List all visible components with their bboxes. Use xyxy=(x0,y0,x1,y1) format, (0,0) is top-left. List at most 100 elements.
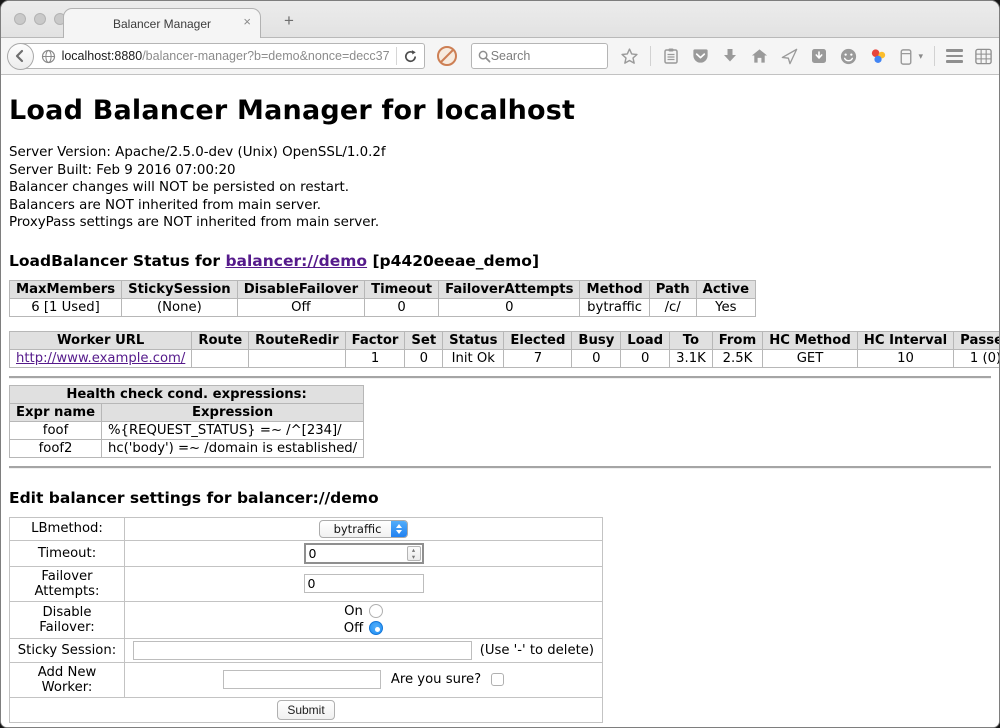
table-cell: 1 xyxy=(345,349,405,367)
table-header-cell: From xyxy=(712,331,762,349)
form-row-sticky: Sticky Session: (Use '-' to delete) xyxy=(10,638,603,662)
balancer-status-table: MaxMembers StickySession DisableFailover… xyxy=(9,280,756,317)
proxypass-note-line: ProxyPass settings are NOT inherited fro… xyxy=(9,214,991,232)
edit-settings-heading: Edit balancer settings for balancer://de… xyxy=(9,489,991,507)
failover-attempts-label: Failover Attempts: xyxy=(10,566,125,601)
server-version-line: Server Version: Apache/2.5.0-dev (Unix) … xyxy=(9,144,991,162)
table-header-cell: Method xyxy=(580,280,649,298)
search-bar[interactable] xyxy=(471,43,609,69)
table-header-cell: Factor xyxy=(345,331,405,349)
back-icon xyxy=(13,49,27,63)
submit-button[interactable]: Submit xyxy=(277,700,334,720)
table-header-cell: Expression xyxy=(102,403,364,421)
tab-strip: Balancer Manager × + xyxy=(1,1,999,38)
reload-button[interactable] xyxy=(403,49,418,64)
colors-extension-icon[interactable] xyxy=(869,47,888,66)
table-cell: 10 xyxy=(857,349,953,367)
table-row: 6 [1 Used] (None) Off 0 0 bytraffic /c/ … xyxy=(10,298,756,316)
table-cell: 2.5K xyxy=(712,349,762,367)
toolbar-separator xyxy=(934,46,935,66)
bookmark-star-icon[interactable] xyxy=(620,47,639,66)
page-content: Load Balancer Manager for localhost Serv… xyxy=(1,75,999,727)
toolbar-separator xyxy=(650,46,651,66)
new-tab-button[interactable]: + xyxy=(277,11,301,31)
tab-balancer-manager[interactable]: Balancer Manager × xyxy=(63,8,261,38)
close-window-icon[interactable] xyxy=(14,13,26,25)
table-cell: hc('body') =~ /domain is established/ xyxy=(102,439,364,457)
feedback-smiley-icon[interactable] xyxy=(839,47,858,66)
form-row-submit: Submit xyxy=(10,697,603,722)
search-input[interactable] xyxy=(491,49,591,63)
worker-url-link[interactable]: http://www.example.com/ xyxy=(16,351,185,366)
disable-failover-off-radio[interactable] xyxy=(369,621,383,635)
save-page-icon[interactable] xyxy=(810,47,828,65)
are-you-sure-label: Are you sure? xyxy=(391,672,481,687)
caret-down-icon[interactable]: ▾ xyxy=(918,51,923,62)
menu-icon[interactable] xyxy=(946,49,963,63)
pocket-icon[interactable] xyxy=(691,47,710,66)
add-worker-label: Add New Worker: xyxy=(10,662,125,697)
home-icon[interactable] xyxy=(750,47,769,65)
table-cell xyxy=(192,349,249,367)
status-heading: LoadBalancer Status for balancer://demo … xyxy=(9,252,991,270)
table-header-cell: Route xyxy=(192,331,249,349)
lbmethod-select[interactable]: bytraffic xyxy=(319,520,409,538)
table-cell: /c/ xyxy=(649,298,696,316)
globe-icon xyxy=(41,49,56,64)
table-cell xyxy=(249,349,345,367)
tab-close-icon[interactable]: × xyxy=(243,15,251,28)
timeout-label: Timeout: xyxy=(10,540,125,566)
reload-icon xyxy=(403,49,418,64)
disable-failover-on-radio[interactable] xyxy=(369,604,383,618)
are-you-sure-checkbox[interactable] xyxy=(491,673,504,686)
table-header-cell: MaxMembers xyxy=(10,280,122,298)
add-worker-input[interactable] xyxy=(223,670,381,689)
number-spinner-icon[interactable]: ▴▾ xyxy=(407,546,421,561)
disable-failover-label: Disable Failover: xyxy=(10,601,125,638)
toolbar-icons: ▾ xyxy=(620,46,993,66)
table-header-cell: Passes xyxy=(954,331,999,349)
balancer-settings-form: LBmethod: bytraffic Timeout: ▴▾ xyxy=(9,517,603,723)
radio-off-label: Off xyxy=(344,621,363,636)
window-controls[interactable] xyxy=(14,13,66,25)
url-bar[interactable]: localhost:8880/balancer-manager?b=demo&n… xyxy=(20,43,425,69)
table-cell: http://www.example.com/ xyxy=(10,349,192,367)
sticky-session-label: Sticky Session: xyxy=(10,638,125,662)
balancer-demo-link[interactable]: balancer://demo xyxy=(225,252,367,270)
table-header-cell: To xyxy=(670,331,713,349)
table-cell: GET xyxy=(763,349,858,367)
lbmethod-selected-value: bytraffic xyxy=(320,522,392,536)
url-text[interactable]: localhost:8880/balancer-manager?b=demo&n… xyxy=(62,49,390,63)
table-cell: 6 [1 Used] xyxy=(10,298,122,316)
block-ads-icon[interactable] xyxy=(437,46,457,66)
table-cell: foof xyxy=(10,421,102,439)
minimize-window-icon[interactable] xyxy=(34,13,46,25)
failover-attempts-input[interactable] xyxy=(304,574,424,593)
table-cell: 0 xyxy=(405,349,443,367)
table-header-cell: FailoverAttempts xyxy=(439,280,580,298)
table-cell: 0 xyxy=(439,298,580,316)
reading-list-icon[interactable] xyxy=(662,47,680,65)
search-icon xyxy=(478,50,491,63)
table-cell: 0 xyxy=(572,349,621,367)
sticky-session-input[interactable] xyxy=(133,641,472,660)
status-heading-suffix: [p4420eeae_demo] xyxy=(367,252,539,270)
table-cell: 1 (0) xyxy=(954,349,999,367)
table-cell: bytraffic xyxy=(580,298,649,316)
downloads-icon[interactable] xyxy=(721,47,739,65)
tab-title: Balancer Manager xyxy=(113,17,211,31)
table-header-cell: Worker URL xyxy=(10,331,192,349)
sticky-delete-hint: (Use '-' to delete) xyxy=(480,643,594,658)
send-tab-icon[interactable] xyxy=(780,47,799,66)
table-header-cell: Set xyxy=(405,331,443,349)
form-row-failover: Failover Attempts: xyxy=(10,566,603,601)
health-table-title: Health check cond. expressions: xyxy=(10,385,364,403)
timeout-input[interactable] xyxy=(304,543,424,564)
table-header-cell: DisableFailover xyxy=(237,280,364,298)
extension-grid-icon[interactable] xyxy=(974,47,993,66)
container-icon[interactable] xyxy=(899,47,913,66)
form-row-add-worker: Add New Worker: Are you sure? xyxy=(10,662,603,697)
section-divider xyxy=(9,466,991,469)
back-button[interactable] xyxy=(7,43,34,70)
table-header-cell: Elected xyxy=(504,331,572,349)
